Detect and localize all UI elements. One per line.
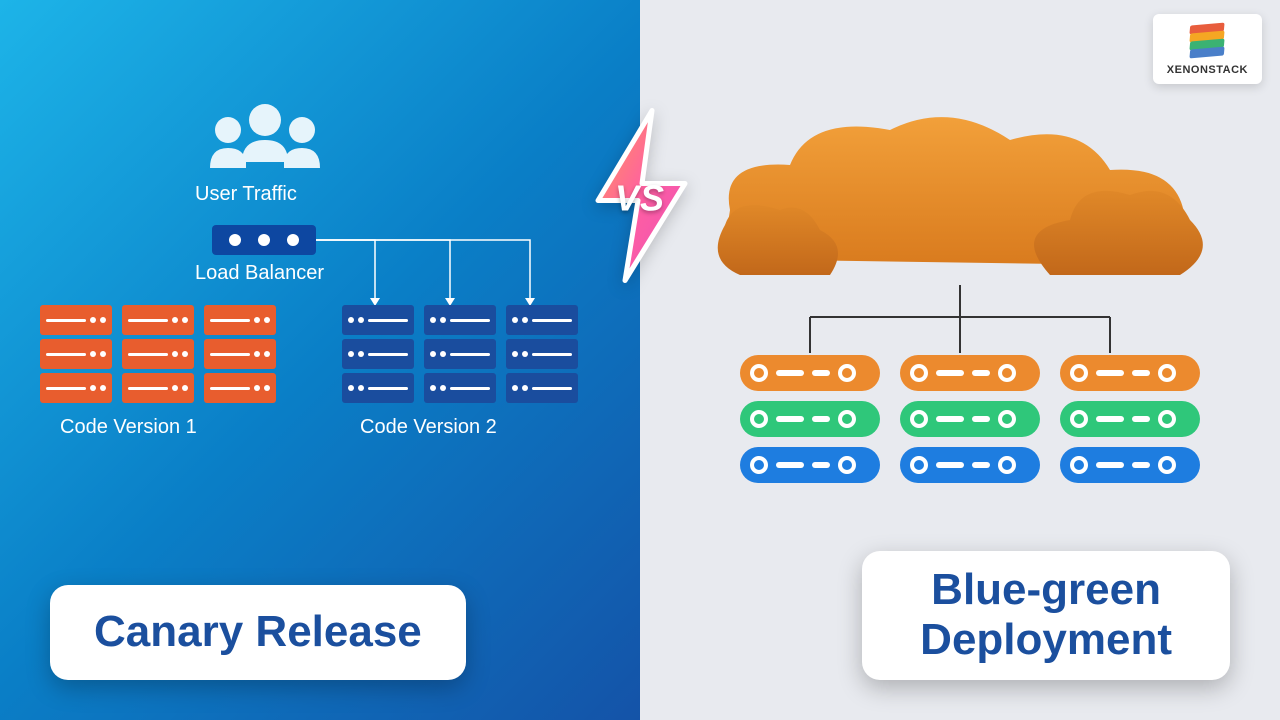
server-icon [342,305,414,403]
server-group-v2 [342,305,578,403]
server-icon [506,305,578,403]
cloud-connector [740,285,1180,365]
vs-text: VS [615,177,665,219]
server-pill-icon [1060,447,1200,483]
server-pill-icon [740,355,880,391]
cloud-icon [710,110,1210,290]
load-balancer-label: Load Balancer [195,262,324,285]
server-icon [424,305,496,403]
users-icon [200,100,330,180]
right-title: Blue-green Deployment [862,551,1230,680]
server-stack-2 [900,355,1040,483]
server-icon [122,305,194,403]
left-title: Canary Release [50,585,466,680]
server-icon [40,305,112,403]
server-stack-1 [740,355,880,483]
brand-badge: XENONSTACK [1153,14,1262,84]
server-icon [204,305,276,403]
code-version-1-label: Code Version 1 [60,416,197,439]
brand-logo-icon [1188,24,1226,62]
server-pill-icon [740,401,880,437]
server-pill-icon [900,447,1040,483]
server-group-v1 [40,305,276,403]
user-traffic-label: User Traffic [195,183,297,206]
server-pill-icon [1060,355,1200,391]
vs-badge: VS [580,106,700,291]
load-balancer-icon [212,225,316,255]
server-pill-icon [900,401,1040,437]
server-pill-icon [1060,401,1200,437]
brand-name: XENONSTACK [1167,64,1248,76]
server-pill-icon [740,447,880,483]
server-stack-3 [1060,355,1200,483]
server-pill-icon [900,355,1040,391]
code-version-2-label: Code Version 2 [360,416,497,439]
